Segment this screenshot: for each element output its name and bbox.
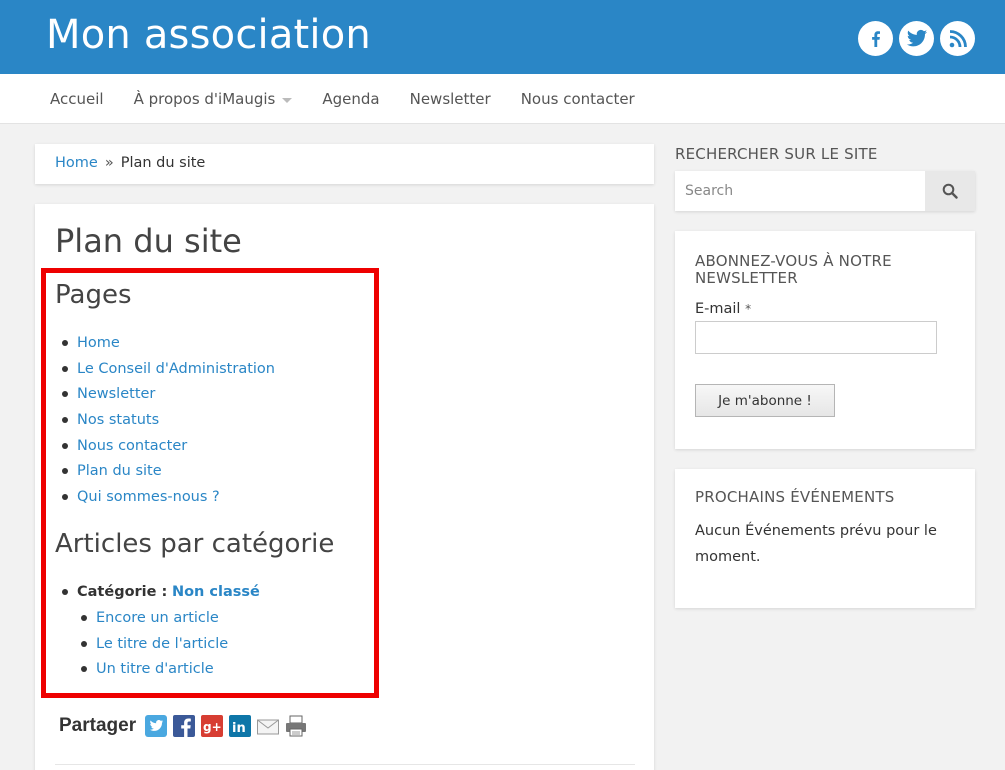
list-item: Nous contacter [62,436,275,462]
main-content: Plan du site Pages Home Le Conseil d'Adm… [35,204,654,770]
page-link-conseil[interactable]: Le Conseil d'Administration [77,361,275,377]
email-share-icon[interactable] [256,714,280,738]
google-plus-share-icon[interactable]: g+ [200,714,224,738]
subscribe-button[interactable]: Je m'abonne ! [695,384,835,417]
breadcrumb-home-link[interactable]: Home [55,155,98,171]
nav-item-agenda[interactable]: Agenda [322,90,379,108]
linkedin-share-icon[interactable]: in [228,714,252,738]
list-item: Encore un article [80,608,228,634]
search-button[interactable] [925,171,975,211]
breadcrumb-current: Plan du site [120,155,206,171]
main-nav: Accueil À propos d'iMaugis Agenda Newsle… [0,74,1005,124]
page-link-plan[interactable]: Plan du site [77,463,162,479]
twitter-icon[interactable] [899,21,934,56]
twitter-share-icon[interactable] [144,714,168,738]
page-link-contact[interactable]: Nous contacter [77,438,187,454]
breadcrumb-separator: » [104,155,114,171]
print-icon[interactable] [284,714,308,738]
facebook-share-icon[interactable] [172,714,196,738]
nav-item-newsletter[interactable]: Newsletter [410,90,491,108]
newsletter-widget: ABONNEZ-VOUS À NOTRE NEWSLETTER E-mail *… [675,231,975,449]
events-widget: PROCHAINS ÉVÉNEMENTS Aucun Événements pr… [675,469,975,608]
search-widget [675,171,975,211]
list-item: Home [62,333,275,359]
article-link[interactable]: Encore un article [96,610,219,626]
newsletter-title: ABONNEZ-VOUS À NOTRE NEWSLETTER [695,252,892,287]
category-list: Catégorie : Non classé [62,582,260,608]
events-text: Aucun Événements prévu pour le moment. [695,523,937,565]
list-item: Nos statuts [62,410,275,436]
list-item: Un titre d'article [80,659,228,685]
page-title: Plan du site [55,222,242,260]
site-title[interactable]: Mon association [46,12,371,58]
search-input[interactable] [675,171,925,211]
svg-text:g+: g+ [203,720,222,734]
articles-list: Encore un article Le titre de l'article … [80,608,228,685]
rss-icon[interactable] [940,21,975,56]
article-link[interactable]: Un titre d'article [96,661,214,677]
category-label: Catégorie : [77,584,168,600]
category-link[interactable]: Non classé [172,584,260,600]
share-bar: Partager g+ in [59,714,308,738]
facebook-icon[interactable] [858,21,893,56]
page-link-home[interactable]: Home [77,335,120,351]
pages-list: Home Le Conseil d'Administration Newslet… [62,333,275,513]
breadcrumb: Home » Plan du site [35,144,654,184]
required-mark: * [745,302,752,316]
pages-heading: Pages [55,280,132,310]
page-link-newsletter[interactable]: Newsletter [77,386,155,402]
list-item: Catégorie : Non classé [62,582,260,608]
list-item: Plan du site [62,461,275,487]
list-item: Qui sommes-nous ? [62,487,275,513]
list-item: Newsletter [62,384,275,410]
divider [55,764,635,765]
social-links [858,21,975,56]
article-link[interactable]: Le titre de l'article [96,636,228,652]
page-link-statuts[interactable]: Nos statuts [77,412,159,428]
share-label: Partager [59,715,137,736]
nav-item-a-propos[interactable]: À propos d'iMaugis [134,90,293,108]
nav-item-nous-contacter[interactable]: Nous contacter [521,90,635,108]
list-item: Le Conseil d'Administration [62,359,275,385]
articles-heading: Articles par catégorie [55,529,335,559]
chevron-down-icon [282,97,293,103]
page-link-qui[interactable]: Qui sommes-nous ? [77,489,220,505]
svg-text:in: in [232,721,246,736]
search-widget-title: RECHERCHER SUR LE SITE [675,145,878,163]
email-label: E-mail * [695,301,752,317]
nav-item-accueil[interactable]: Accueil [50,90,104,108]
events-title: PROCHAINS ÉVÉNEMENTS [695,488,895,506]
site-header: Mon association [0,0,1005,74]
search-icon [942,183,958,199]
email-field[interactable] [695,321,937,354]
list-item: Le titre de l'article [80,634,228,660]
